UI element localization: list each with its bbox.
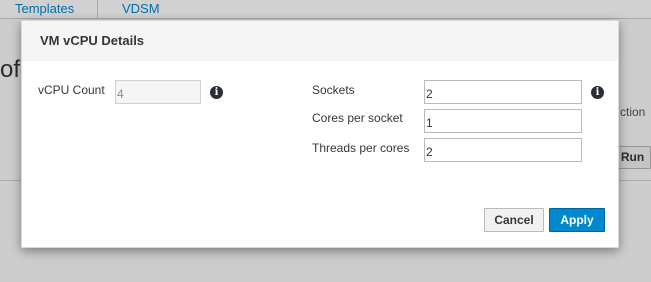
sockets-input[interactable] <box>424 80 582 104</box>
vcpu-count-label: vCPU Count <box>38 83 105 97</box>
cancel-button[interactable]: Cancel <box>484 208 544 232</box>
cores-per-socket-label: Cores per socket <box>312 111 403 125</box>
sockets-label: Sockets <box>312 83 355 97</box>
sockets-info-icon[interactable]: i <box>591 86 604 99</box>
threads-per-cores-label: Threads per cores <box>312 141 410 155</box>
vcpu-count-info-icon[interactable]: i <box>210 86 223 99</box>
dialog-header: VM vCPU Details <box>22 21 618 61</box>
dialog-title: VM vCPU Details <box>40 33 145 48</box>
threads-per-cores-input[interactable] <box>424 138 582 162</box>
cores-per-socket-input[interactable] <box>424 109 582 133</box>
apply-button[interactable]: Apply <box>549 208 605 232</box>
vcpu-details-dialog: VM vCPU Details vCPU Count i Sockets i C… <box>21 20 619 248</box>
vcpu-count-input <box>115 80 201 104</box>
